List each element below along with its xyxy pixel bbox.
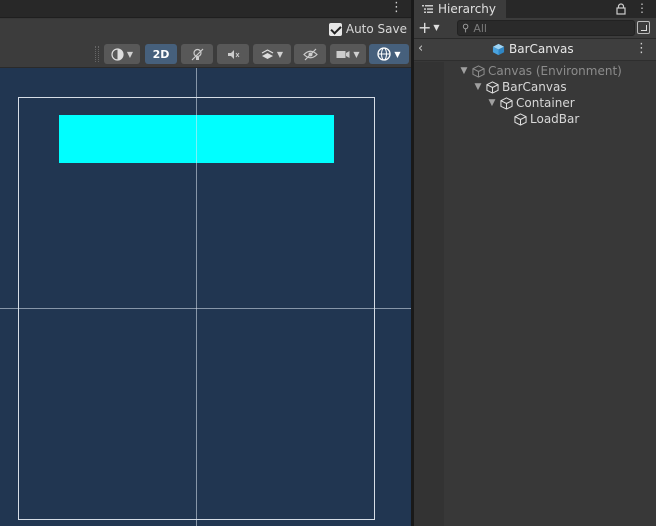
chevron-down-icon: ▼: [353, 49, 360, 59]
autosave-label: Auto Save: [345, 22, 407, 36]
list-item-label: LoadBar: [530, 112, 580, 126]
chevron-down-icon: ▼: [126, 49, 134, 59]
hierarchy-search[interactable]: ⚲: [457, 20, 635, 36]
chevron-down-icon: ▼: [394, 49, 401, 59]
breadcrumb-title: BarCanvas: [509, 42, 574, 56]
list-item-label: Canvas (Environment): [488, 64, 622, 78]
list-icon: [422, 5, 433, 13]
tree-gutter: [414, 62, 444, 526]
hierarchy-toolbar: + ▼ ⚲: [414, 18, 656, 39]
search-input[interactable]: [473, 21, 624, 35]
camera-icon: [336, 50, 350, 58]
visibility-icon: [302, 48, 318, 60]
draw-mode-button[interactable]: ▼: [104, 44, 140, 64]
effects-icon: [261, 48, 274, 59]
scene-tab-bar: ⋮: [0, 0, 411, 18]
draw-mode-icon: [111, 47, 124, 61]
autosave-checkbox[interactable]: [328, 22, 342, 36]
list-item[interactable]: ▼ Container: [487, 95, 575, 111]
expand-arrow-icon[interactable]: ▼: [459, 66, 469, 76]
scene-view-toolbar: ▼ 2D ▼ ▼ ▼: [0, 41, 411, 68]
list-item-label: Container: [516, 96, 575, 110]
gizmos-icon: [377, 47, 392, 61]
add-object-button[interactable]: + ▼: [418, 19, 440, 37]
list-item-label: BarCanvas: [502, 80, 567, 94]
list-item[interactable]: LoadBar: [514, 111, 579, 127]
visibility-button[interactable]: [294, 44, 326, 64]
list-item[interactable]: ▼ BarCanvas: [473, 79, 567, 95]
kebab-menu-icon[interactable]: ⋮: [636, 0, 648, 17]
chevron-left-icon[interactable]: ‹: [418, 41, 423, 56]
kebab-menu-icon[interactable]: ⋮: [635, 41, 648, 56]
lock-icon[interactable]: [616, 3, 626, 15]
scene-picker-icon[interactable]: [637, 21, 650, 34]
chevron-down-icon: ▼: [276, 49, 284, 59]
horizontal-axis-line: [0, 308, 411, 309]
hierarchy-tab-bar: Hierarchy ⋮: [414, 0, 656, 18]
kebab-menu-icon[interactable]: ⋮: [390, 0, 403, 16]
hierarchy-panel: Hierarchy ⋮ + ▼ ⚲ ‹ BarCanvas ⋮ ▼ Canvas: [414, 0, 656, 526]
chevron-down-icon: ▼: [433, 23, 440, 32]
list-item[interactable]: ▼ Canvas (Environment): [459, 63, 622, 79]
expand-arrow-icon[interactable]: ▼: [473, 82, 483, 92]
scene-top-toolbar: Auto Save: [0, 19, 411, 41]
2d-toggle-button[interactable]: 2D: [145, 44, 177, 64]
gameobject-cube-icon: [514, 112, 527, 126]
audio-button[interactable]: [217, 44, 249, 64]
toolbar-grip-handle[interactable]: [95, 46, 99, 62]
lighting-button[interactable]: [181, 44, 213, 64]
prefab-breadcrumb: ‹ BarCanvas ⋮: [414, 39, 656, 61]
autosave-toggle[interactable]: Auto Save: [328, 22, 407, 36]
expand-arrow-icon[interactable]: ▼: [487, 98, 497, 108]
effects-button[interactable]: ▼: [253, 44, 291, 64]
scene-viewport[interactable]: [0, 68, 411, 526]
prefab-cube-icon: [492, 43, 505, 55]
gameobject-cube-icon: [472, 64, 485, 78]
search-icon: ⚲: [462, 22, 470, 34]
scene-panel: ⋮ Auto Save ▼ 2D ▼ ▼ ▼: [0, 0, 411, 526]
gameobject-cube-icon: [486, 80, 499, 94]
tab-hierarchy[interactable]: Hierarchy: [414, 0, 506, 18]
plus-icon: +: [418, 18, 432, 37]
lighting-icon: [191, 48, 203, 60]
audio-icon: [227, 49, 239, 59]
camera-button[interactable]: ▼: [330, 44, 366, 64]
tab-hierarchy-label: Hierarchy: [438, 2, 497, 16]
hierarchy-tree: ▼ Canvas (Environment) ▼ BarCanvas ▼ Con…: [414, 62, 656, 526]
gizmos-button[interactable]: ▼: [369, 44, 409, 64]
vertical-axis-line: [196, 68, 197, 526]
gameobject-cube-icon: [500, 96, 513, 110]
